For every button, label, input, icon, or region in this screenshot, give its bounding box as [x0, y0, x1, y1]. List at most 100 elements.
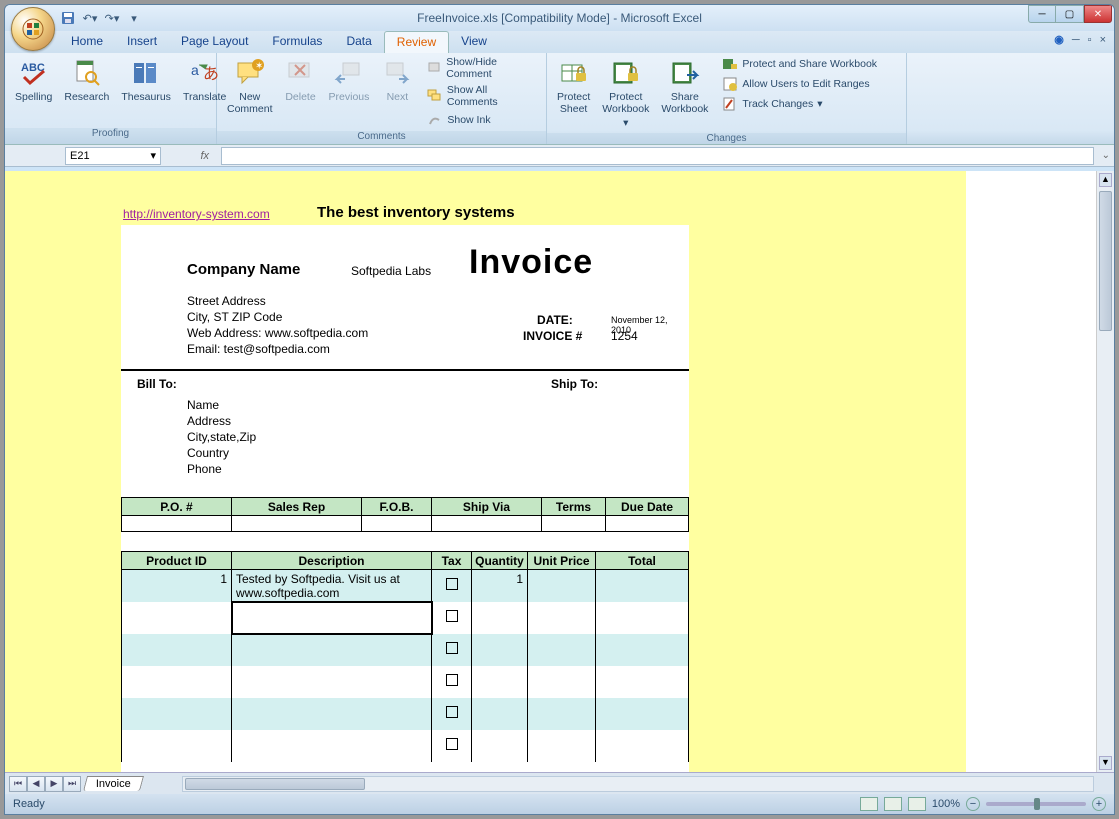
- doc-close-icon[interactable]: ×: [1100, 34, 1106, 46]
- view-normal-icon[interactable]: [860, 797, 878, 811]
- protect-sheet-icon: [558, 57, 590, 89]
- scroll-up-icon[interactable]: ▲: [1099, 173, 1112, 187]
- th-unitprice: Unit Price: [528, 552, 596, 570]
- view-pagebreak-icon[interactable]: [908, 797, 926, 811]
- view-layout-icon[interactable]: [884, 797, 902, 811]
- tax-checkbox[interactable]: [446, 642, 458, 654]
- table-row[interactable]: [122, 730, 689, 762]
- track-changes-button[interactable]: Track Changes ▾: [718, 95, 881, 113]
- tax-checkbox[interactable]: [446, 738, 458, 750]
- name-box[interactable]: E21▾: [65, 147, 161, 165]
- table-row[interactable]: [122, 516, 689, 532]
- table-row[interactable]: [122, 634, 689, 666]
- office-button[interactable]: [11, 7, 55, 51]
- translate-icon: aあ: [189, 57, 221, 89]
- zoom-out-icon[interactable]: −: [966, 797, 980, 811]
- tax-checkbox[interactable]: [446, 706, 458, 718]
- line-items-table[interactable]: Product ID Description Tax Quantity Unit…: [121, 551, 689, 762]
- zoom-level[interactable]: 100%: [932, 798, 960, 810]
- company-address: Street Address City, ST ZIP Code Web Add…: [187, 293, 368, 357]
- tab-formulas[interactable]: Formulas: [260, 31, 334, 53]
- doc-restore-icon[interactable]: ▫: [1088, 34, 1092, 46]
- group-label-proofing: Proofing: [5, 128, 216, 144]
- sheet-tab-invoice[interactable]: Invoice: [83, 776, 144, 791]
- banner-link[interactable]: http://inventory-system.com: [123, 207, 270, 221]
- th-productid: Product ID: [122, 552, 232, 570]
- invoice-number-value: 1254: [611, 329, 638, 343]
- company-name-label: Company Name: [187, 261, 300, 278]
- hscroll-thumb[interactable]: [185, 778, 365, 790]
- cell-description[interactable]: Tested by Softpedia. Visit us at www.sof…: [232, 570, 432, 603]
- sheet-nav-prev-icon[interactable]: ◀: [27, 776, 45, 792]
- next-icon: [381, 57, 413, 89]
- order-info-table[interactable]: P.O. # Sales Rep F.O.B. Ship Via Terms D…: [121, 497, 689, 532]
- protect-workbook-button[interactable]: Protect Workbook ▾: [596, 55, 655, 131]
- scroll-down-icon[interactable]: ▼: [1099, 756, 1112, 770]
- research-icon: [71, 57, 103, 89]
- zoom-slider[interactable]: [986, 802, 1086, 806]
- next-comment-button: Next: [375, 55, 419, 105]
- th-quantity: Quantity: [472, 552, 528, 570]
- fx-icon[interactable]: fx: [200, 150, 209, 162]
- share-workbook-button[interactable]: Share Workbook: [655, 55, 714, 117]
- ribbon: ABC Spelling Research Thesaurus aあ Trans…: [5, 53, 1114, 145]
- tax-checkbox[interactable]: [446, 578, 458, 590]
- tab-home[interactable]: Home: [59, 31, 115, 53]
- close-button[interactable]: ✕: [1084, 5, 1112, 23]
- sheet-nav-last-icon[interactable]: ⏭: [63, 776, 81, 792]
- tab-insert[interactable]: Insert: [115, 31, 169, 53]
- cell-quantity[interactable]: 1: [472, 570, 528, 603]
- undo-icon[interactable]: ↶▾: [81, 9, 99, 27]
- table-row[interactable]: [122, 698, 689, 730]
- cell-productid[interactable]: 1: [122, 570, 232, 603]
- divider-line: [121, 369, 689, 371]
- protect-sheet-button[interactable]: Protect Sheet: [551, 55, 596, 117]
- th-tax: Tax: [432, 552, 472, 570]
- sheet-nav-next-icon[interactable]: ▶: [45, 776, 63, 792]
- worksheet[interactable]: http://inventory-system.com The best inv…: [5, 171, 1096, 772]
- vertical-scrollbar[interactable]: ▲ ▼: [1096, 171, 1114, 772]
- previous-comment-button: Previous: [323, 55, 376, 105]
- table-row[interactable]: [122, 666, 689, 698]
- horizontal-scrollbar[interactable]: [182, 776, 1094, 792]
- formula-expand-icon[interactable]: ⌄: [1098, 150, 1114, 161]
- ribbon-minimize-icon[interactable]: ─: [1072, 34, 1080, 46]
- sheet-nav-first-icon[interactable]: ⏮: [9, 776, 27, 792]
- status-bar: Ready 100% − +: [5, 794, 1114, 814]
- protect-workbook-icon: [610, 57, 642, 89]
- tab-view[interactable]: View: [449, 31, 499, 53]
- new-comment-button[interactable]: ✶ New Comment: [221, 55, 279, 117]
- namebox-dropdown-icon[interactable]: ▾: [150, 149, 156, 162]
- zoom-in-icon[interactable]: +: [1092, 797, 1106, 811]
- tab-data[interactable]: Data: [334, 31, 383, 53]
- tax-checkbox[interactable]: [446, 610, 458, 622]
- zoom-slider-thumb[interactable]: [1034, 798, 1040, 810]
- tab-page-layout[interactable]: Page Layout: [169, 31, 260, 53]
- show-ink-button: Show Ink: [423, 111, 542, 129]
- show-all-comments-button[interactable]: Show All Comments: [423, 83, 542, 109]
- thesaurus-button[interactable]: Thesaurus: [115, 55, 177, 105]
- selected-cell[interactable]: [232, 602, 432, 634]
- spelling-button[interactable]: ABC Spelling: [9, 55, 58, 105]
- maximize-button[interactable]: ▢: [1056, 5, 1084, 23]
- table-row[interactable]: [122, 602, 689, 634]
- help-icon[interactable]: ◉: [1054, 33, 1064, 46]
- company-name-value: Softpedia Labs: [351, 264, 431, 278]
- minimize-button[interactable]: ─: [1028, 5, 1056, 23]
- protect-share-workbook-button[interactable]: Protect and Share Workbook: [718, 55, 881, 73]
- th-fob: F.O.B.: [362, 498, 432, 516]
- table-row[interactable]: 1 Tested by Softpedia. Visit us at www.s…: [122, 570, 689, 603]
- scroll-thumb[interactable]: [1099, 191, 1112, 331]
- allow-users-edit-button[interactable]: Allow Users to Edit Ranges: [718, 75, 881, 93]
- qat-customize-icon[interactable]: ▾: [125, 9, 143, 27]
- formula-bar: E21▾ fx ⌄: [5, 145, 1114, 167]
- formula-input[interactable]: [221, 147, 1094, 165]
- group-label-comments: Comments: [217, 131, 546, 144]
- th-description: Description: [232, 552, 432, 570]
- banner-text: The best inventory systems: [317, 204, 515, 221]
- research-button[interactable]: Research: [58, 55, 115, 105]
- tax-checkbox[interactable]: [446, 674, 458, 686]
- save-icon[interactable]: [59, 9, 77, 27]
- tab-review[interactable]: Review: [384, 31, 449, 53]
- redo-icon[interactable]: ↷▾: [103, 9, 121, 27]
